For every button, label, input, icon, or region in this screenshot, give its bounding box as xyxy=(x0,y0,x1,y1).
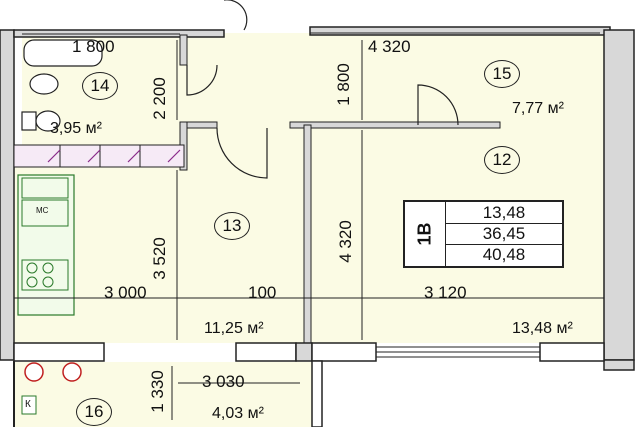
room-13-number: 13 xyxy=(214,212,250,240)
dim-room12-height: 4 320 xyxy=(335,220,355,263)
apartment-info-box: 1В 13,48 36,45 40,48 xyxy=(403,200,564,268)
balcony-right-wall xyxy=(311,360,323,427)
apartment-type: 1В xyxy=(414,222,435,246)
wall-room12-left xyxy=(303,124,312,346)
room-14-area: 3,95 м² xyxy=(50,120,102,137)
floor-plan: 1 800 4 320 2 200 1 800 3 520 4 320 3 00… xyxy=(0,0,640,427)
dim-balcony-width: 3 030 xyxy=(202,372,245,391)
dim-top-left: 1 800 xyxy=(72,37,115,56)
right-wall xyxy=(603,29,635,361)
bottom-wall-room12 xyxy=(311,342,377,362)
info-total-area: 36,45 xyxy=(446,223,562,245)
dim-top-right: 4 320 xyxy=(368,37,411,56)
room-13-area: 11,25 м² xyxy=(204,320,264,337)
wall-bath-right-top xyxy=(179,34,188,66)
entry-door xyxy=(224,0,248,31)
wall-hall-top-right xyxy=(289,121,501,129)
apartment-type-cell: 1В xyxy=(405,202,446,266)
dim-hall-height: 1 800 xyxy=(333,63,353,106)
left-wall xyxy=(0,29,15,361)
dim-balcony-height: 1 330 xyxy=(147,370,167,413)
storage-strip xyxy=(13,144,185,168)
kitchen-counter xyxy=(17,174,75,316)
dim-bath-height: 2 200 xyxy=(149,77,169,120)
room-16-area: 4,03 м² xyxy=(212,405,264,422)
room-12-number: 12 xyxy=(484,146,520,174)
boiler-label: К xyxy=(25,399,31,410)
right-wall-base xyxy=(603,359,635,371)
info-total-with-balcony: 40,48 xyxy=(482,244,526,264)
room-15-area: 7,77 м² xyxy=(512,100,564,117)
bottom-wall-left xyxy=(13,342,105,362)
room-12-area: 13,48 м² xyxy=(512,320,573,337)
microwave-label: МС xyxy=(36,206,49,215)
dim-room13-width: 3 000 xyxy=(104,283,147,302)
dim-room12-width: 3 120 xyxy=(424,283,467,302)
dim-gap: 100 xyxy=(248,283,277,302)
room-14-number: 14 xyxy=(82,72,118,100)
washer-1 xyxy=(24,362,44,382)
sink xyxy=(29,73,59,95)
room-15-number: 15 xyxy=(484,60,520,88)
room-16-number: 16 xyxy=(76,398,112,426)
bottom-wall-mid xyxy=(235,342,297,362)
top-wall-right xyxy=(309,26,611,36)
dim-room13-height: 3 520 xyxy=(149,237,169,280)
info-living-area: 13,48 xyxy=(446,202,562,224)
wall-hall-top-left xyxy=(186,121,218,129)
washer-2 xyxy=(62,362,82,382)
bottom-wall-right xyxy=(539,342,605,362)
